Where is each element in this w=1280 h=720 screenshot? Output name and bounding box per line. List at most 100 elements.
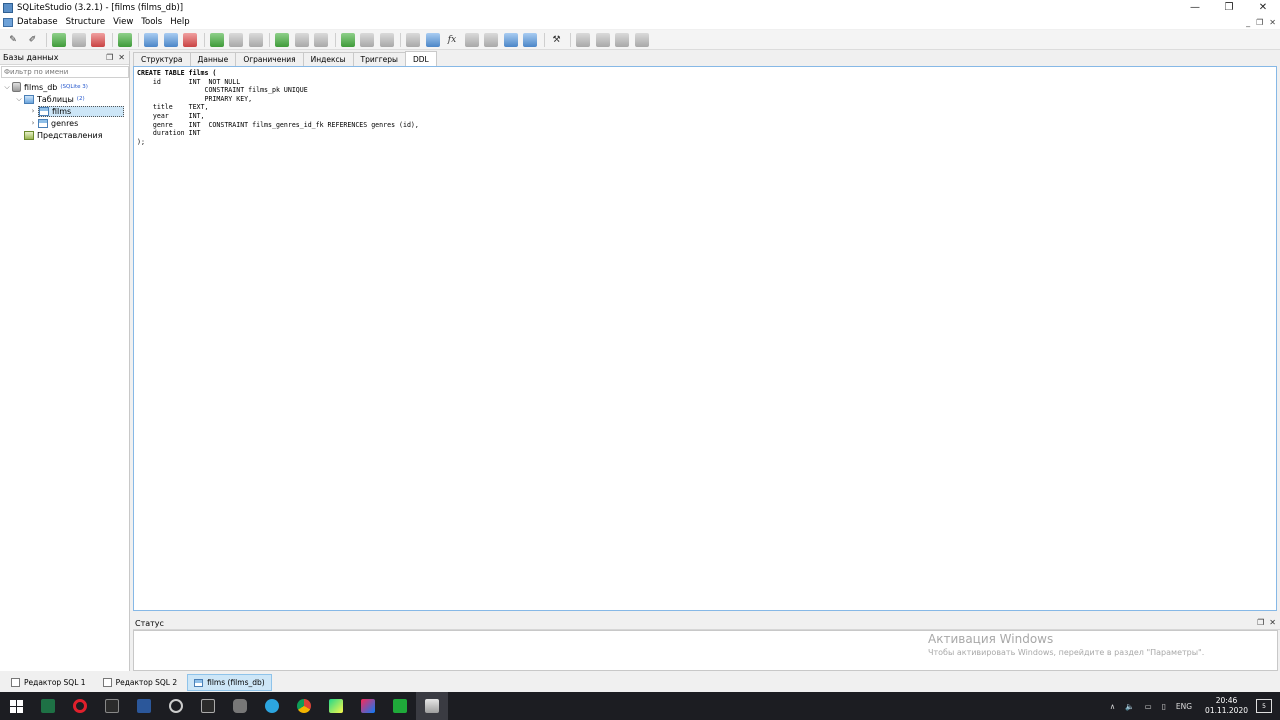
menu-database[interactable]: Database	[17, 17, 58, 27]
clock[interactable]: 20:46 01.11.2020	[1205, 696, 1248, 716]
tile-vertical-icon[interactable]	[615, 32, 629, 47]
databases-panel-title: Базы данных	[3, 53, 59, 62]
close-button[interactable]: ✕	[1246, 0, 1280, 15]
taskbar-app-green[interactable]	[384, 692, 416, 720]
edit-view-icon[interactable]	[360, 32, 374, 47]
tree-item-table-genres[interactable]: › genres	[0, 117, 129, 129]
delete-view-icon[interactable]	[379, 32, 394, 47]
tree-item-views[interactable]: Представления	[0, 129, 129, 141]
edit-database-icon[interactable]	[71, 32, 86, 47]
settings-wrench-icon[interactable]: ⚒	[550, 33, 564, 47]
mdi-window-icon[interactable]	[3, 17, 13, 27]
create-view-icon[interactable]	[340, 32, 355, 47]
toolbar-separator	[111, 32, 113, 47]
status-panel-title: Статус	[135, 618, 164, 628]
taskbar-pycharm[interactable]	[320, 692, 352, 720]
edit-table-icon[interactable]	[163, 32, 178, 47]
filter-input[interactable]	[1, 66, 129, 78]
selected-table-row[interactable]: films	[38, 105, 124, 117]
float-panel-icon[interactable]: ❐	[1257, 618, 1264, 627]
mdi-controls: _ ❐ ✕	[1246, 15, 1276, 29]
edit-trigger-icon[interactable]	[294, 32, 309, 47]
app-icon	[3, 2, 13, 13]
start-button[interactable]	[0, 692, 32, 720]
delete-table-icon[interactable]	[183, 32, 197, 47]
chevron-right-icon[interactable]: ›	[28, 107, 38, 115]
ddl-history-icon[interactable]	[425, 32, 440, 47]
menu-tools[interactable]: Tools	[141, 17, 162, 27]
float-panel-icon[interactable]: ❐	[106, 53, 113, 62]
taskbar-jetbrains[interactable]	[352, 692, 384, 720]
tab-indexes[interactable]: Индексы	[302, 52, 354, 66]
chevron-down-icon[interactable]: ⌵	[14, 95, 24, 104]
sql-editor-icon[interactable]	[406, 32, 420, 47]
collations-icon[interactable]	[464, 32, 479, 47]
toolbar-separator	[46, 32, 47, 47]
taskbar-app-red[interactable]	[224, 692, 256, 720]
taskbar-clock-app[interactable]	[160, 692, 192, 720]
tree-item-films-db[interactable]: ⌵ films_db (SQLite 3)	[0, 81, 129, 93]
window-tab-sql-editor-1[interactable]: Редактор SQL 1	[4, 674, 93, 691]
ddl-editor[interactable]: CREATE TABLE films ( id INT NOT NULL CON…	[133, 66, 1277, 611]
menu-structure[interactable]: Structure	[66, 17, 106, 27]
tables-count-badge: (2)	[76, 96, 85, 102]
functions-icon[interactable]: fx	[445, 33, 459, 47]
extensions-icon[interactable]	[484, 32, 498, 47]
delete-index-icon[interactable]	[248, 32, 263, 47]
taskbar-terminal[interactable]	[96, 692, 128, 720]
chevron-right-icon[interactable]: ›	[28, 119, 38, 127]
window-tab-sql-editor-2[interactable]: Редактор SQL 2	[96, 674, 185, 691]
opera-icon	[73, 699, 87, 713]
chevron-up-icon[interactable]: ∧	[1110, 702, 1116, 711]
create-table-icon[interactable]	[144, 32, 158, 47]
create-trigger-icon[interactable]	[275, 32, 289, 47]
close-panel-icon[interactable]: ✕	[118, 53, 125, 62]
media-player-icon	[201, 699, 215, 713]
taskbar-telegram[interactable]	[256, 692, 288, 720]
create-index-icon[interactable]	[209, 32, 224, 47]
connect-db-icon[interactable]: ✎	[6, 33, 20, 47]
notifications-icon[interactable]: 5	[1256, 699, 1272, 713]
tables-folder-icon	[24, 94, 34, 104]
import-icon[interactable]	[503, 32, 518, 47]
refresh-icon[interactable]	[117, 32, 132, 47]
tab-triggers[interactable]: Триггеры	[352, 52, 406, 66]
battery-icon[interactable]: ▯	[1162, 702, 1166, 711]
network-icon[interactable]: ▭	[1145, 702, 1152, 711]
chevron-down-icon[interactable]: ⌵	[2, 83, 12, 92]
taskbar-word[interactable]	[128, 692, 160, 720]
menu-help[interactable]: Help	[170, 17, 189, 27]
clock-date: 01.11.2020	[1205, 706, 1248, 715]
export-icon[interactable]	[523, 32, 537, 47]
menu-view[interactable]: View	[113, 17, 133, 27]
taskbar-sqlitestudio[interactable]	[416, 692, 448, 720]
taskbar-opera[interactable]	[64, 692, 96, 720]
tab-ddl[interactable]: DDL	[404, 51, 437, 66]
tile-horizontal-icon[interactable]	[595, 32, 610, 47]
tab-data[interactable]: Данные	[189, 52, 237, 66]
delete-trigger-icon[interactable]	[314, 32, 328, 47]
minimize-button[interactable]: —	[1178, 0, 1212, 15]
mdi-minimize-button[interactable]: _	[1246, 18, 1250, 27]
tree-item-tables[interactable]: ⌵ Таблицы (2)	[0, 93, 129, 105]
taskbar-media[interactable]	[192, 692, 224, 720]
keyboard-language[interactable]: ENG	[1176, 702, 1192, 711]
mdi-close-button[interactable]: ✕	[1269, 18, 1276, 27]
taskbar-excel[interactable]	[32, 692, 64, 720]
toolbar-separator	[543, 32, 545, 47]
add-database-icon[interactable]	[52, 32, 66, 47]
remove-database-icon[interactable]	[91, 32, 105, 47]
tile-windows-icon[interactable]	[576, 32, 590, 47]
mdi-restore-button[interactable]: ❐	[1256, 18, 1263, 27]
maximize-button[interactable]: ❐	[1212, 0, 1246, 15]
window-tab-films[interactable]: films (films_db)	[187, 674, 272, 691]
tab-structure[interactable]: Структура	[133, 52, 191, 66]
close-panel-icon[interactable]: ✕	[1269, 618, 1276, 627]
taskbar-chrome[interactable]	[288, 692, 320, 720]
tree-item-table-films[interactable]: › films	[0, 105, 129, 117]
tab-constraints[interactable]: Ограничения	[235, 52, 304, 66]
cascade-windows-icon[interactable]	[634, 32, 649, 47]
edit-index-icon[interactable]	[229, 32, 243, 47]
disconnect-db-icon[interactable]: ✐	[26, 33, 40, 47]
volume-icon[interactable]: 🔈	[1125, 702, 1134, 711]
